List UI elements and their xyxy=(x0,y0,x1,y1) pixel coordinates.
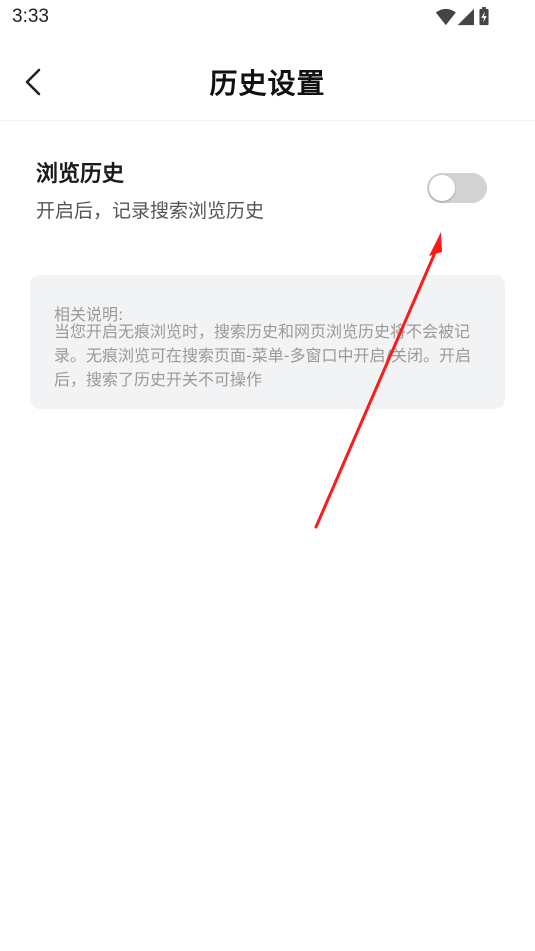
status-time: 3:33 xyxy=(12,6,49,27)
info-text: 当您开启无痕浏览时，搜索历史和网页浏览历史将不会被记录。无痕浏览可在搜索页面-菜… xyxy=(54,322,471,389)
setting-description: 开启后，记录搜索浏览历史 xyxy=(36,200,265,222)
header: 历史设置 xyxy=(0,44,535,121)
setting-row-browse-history: 浏览历史 开启后，记录搜索浏览历史 xyxy=(0,140,535,240)
status-icons xyxy=(435,7,489,26)
page-title: 历史设置 xyxy=(209,67,326,100)
browse-history-toggle[interactable] xyxy=(427,173,487,203)
battery-charging-icon xyxy=(479,7,489,26)
wifi-icon xyxy=(435,8,456,26)
info-box: 相关说明: 当您开启无痕浏览时，搜索历史和网页浏览历史将不会被记录。无痕浏览可在… xyxy=(30,275,505,409)
toggle-knob xyxy=(429,175,455,201)
setting-title: 浏览历史 xyxy=(36,162,125,187)
cell-signal-icon xyxy=(457,8,474,26)
status-bar: 3:33 xyxy=(0,0,535,38)
